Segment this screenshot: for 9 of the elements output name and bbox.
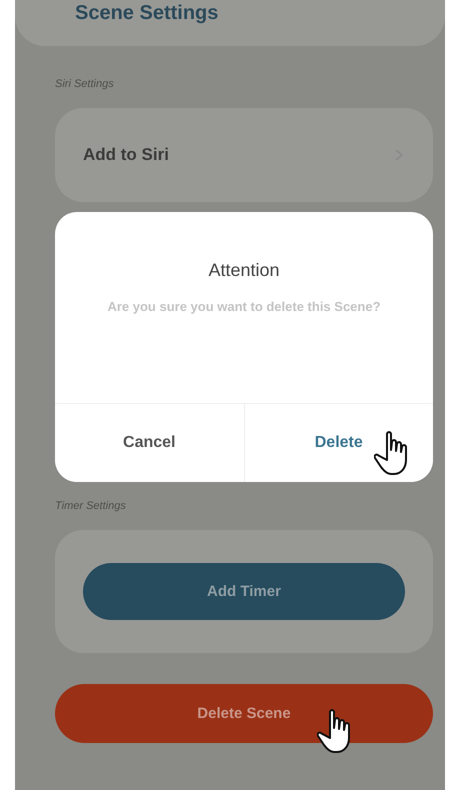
delete-scene-button[interactable]: Delete Scene [55, 684, 433, 743]
dialog-message: Are you sure you want to delete this Scene? [106, 299, 382, 314]
section-label: Siri Settings [55, 78, 115, 90]
dialog-title: Attention [207, 260, 281, 281]
screen-title: Scene Settings [75, 2, 218, 25]
settings-row[interactable]: Add to Siri [55, 108, 433, 202]
section-label: Timer Settings [55, 500, 127, 512]
confirm-button[interactable]: Delete [244, 404, 433, 482]
add-timer-button[interactable]: Add Timer [83, 563, 405, 620]
